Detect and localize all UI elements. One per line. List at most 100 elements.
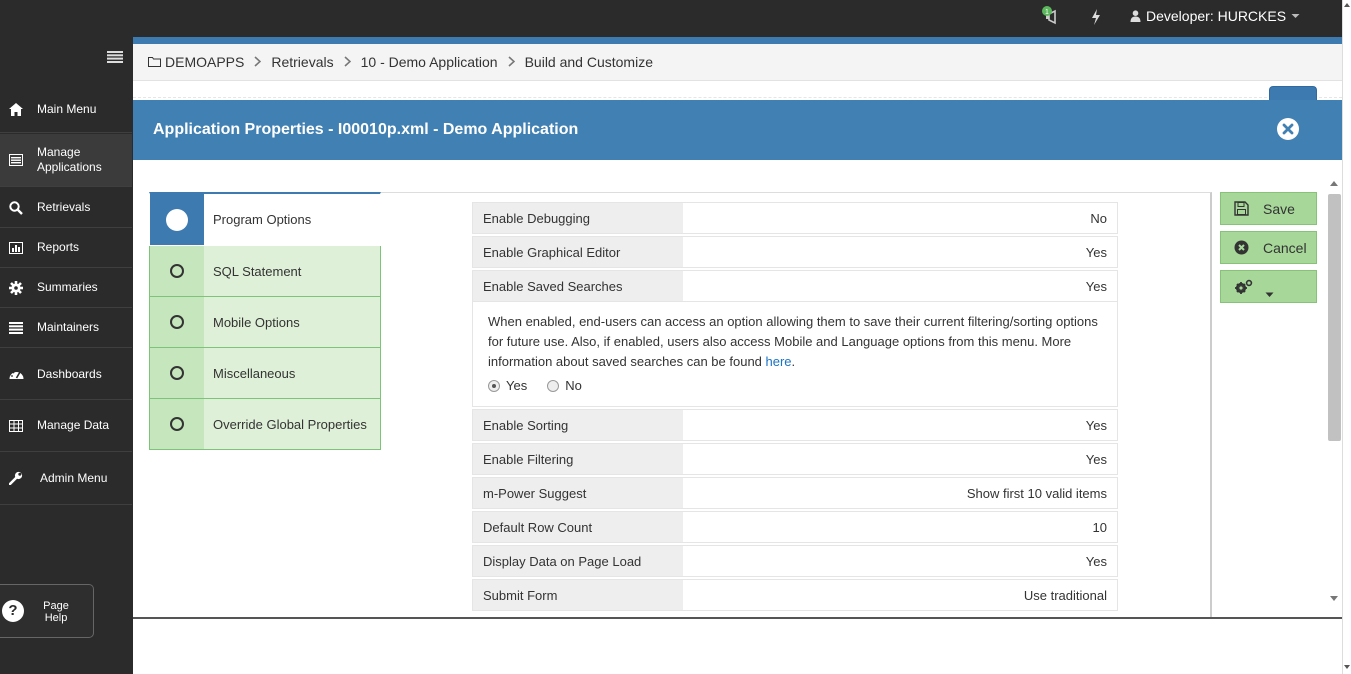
property-key: Default Row Count bbox=[473, 512, 683, 542]
page-help-label: Page Help bbox=[40, 600, 72, 624]
property-row-display-data-on-load[interactable]: Display Data on Page Load Yes bbox=[472, 545, 1118, 577]
save-button[interactable]: Save bbox=[1220, 192, 1317, 225]
chevron-right-icon bbox=[508, 54, 515, 70]
folder-icon bbox=[148, 54, 161, 70]
chevron-right-icon bbox=[254, 54, 262, 70]
scroll-down-arrow-icon[interactable] bbox=[1330, 596, 1338, 601]
modal-body: Program Options SQL Statement Mobile Opt… bbox=[133, 160, 1342, 618]
property-value: Yes bbox=[683, 444, 1117, 474]
floppy-disk-icon bbox=[1234, 201, 1250, 217]
sidebar-item-label: Retrievals bbox=[37, 200, 91, 214]
cancel-button[interactable]: Cancel bbox=[1220, 231, 1317, 264]
sidebar-item-label: Reports bbox=[37, 240, 80, 254]
circle-icon bbox=[166, 208, 188, 231]
saved-searches-help-link[interactable]: here bbox=[766, 354, 792, 369]
property-row-submit-form[interactable]: Submit Form Use traditional bbox=[472, 579, 1118, 611]
breadcrumb-item-build-customize[interactable]: Build and Customize bbox=[525, 54, 653, 70]
hamburger-icon[interactable] bbox=[107, 50, 123, 63]
circle-icon bbox=[170, 315, 184, 329]
sidebar-item-retrievals[interactable]: Retrievals bbox=[0, 188, 132, 228]
cancel-label: Cancel bbox=[1263, 239, 1307, 256]
sidebar-item-main-menu[interactable]: Main Menu bbox=[0, 87, 132, 133]
property-value: 10 bbox=[683, 512, 1117, 542]
saved-searches-editor: When enabled, end-users can access an op… bbox=[472, 302, 1118, 407]
gear-icon bbox=[8, 280, 24, 296]
page-help-button[interactable]: ? Page Help bbox=[0, 584, 94, 638]
property-row-enable-debugging[interactable]: Enable Debugging No bbox=[472, 202, 1118, 234]
modal-scrollbar[interactable] bbox=[1327, 178, 1342, 606]
property-key: Enable Sorting bbox=[473, 410, 683, 440]
sidebar-item-label: Dashboards bbox=[37, 366, 102, 381]
radio-yes[interactable]: Yes bbox=[488, 376, 527, 396]
property-value: Use traditional bbox=[683, 580, 1117, 610]
bolt-icon[interactable] bbox=[1089, 8, 1103, 26]
property-row-enable-sorting[interactable]: Enable Sorting Yes bbox=[472, 409, 1118, 441]
modal-header: Application Properties - I00010p.xml - D… bbox=[133, 100, 1342, 160]
sidebar-item-reports[interactable]: Reports bbox=[0, 228, 132, 268]
window-scroll-up-icon[interactable] bbox=[1344, 3, 1350, 7]
sidebar-item-label: Manage Data bbox=[37, 418, 110, 432]
modal-bottom-border bbox=[133, 617, 1342, 619]
radio-button[interactable] bbox=[547, 380, 560, 392]
applications-icon bbox=[8, 152, 24, 168]
close-icon[interactable] bbox=[1276, 117, 1300, 141]
sidebar-item-summaries[interactable]: Summaries bbox=[0, 268, 132, 308]
property-value: Show first 10 valid items bbox=[683, 478, 1117, 508]
breadcrumb-item-retrievals[interactable]: Retrievals bbox=[271, 54, 333, 70]
question-icon: ? bbox=[2, 600, 24, 622]
caret-down-icon bbox=[1265, 285, 1274, 301]
property-row-default-row-count[interactable]: Default Row Count 10 bbox=[472, 511, 1118, 543]
breadcrumb-item-demo-application[interactable]: 10 - Demo Application bbox=[361, 54, 498, 70]
table-icon bbox=[8, 418, 24, 434]
scroll-thumb[interactable] bbox=[1328, 194, 1341, 441]
scroll-up-arrow-icon[interactable] bbox=[1330, 181, 1338, 186]
sidebar-item-label: Main Menu bbox=[37, 102, 97, 116]
properties-list: Enable Debugging No Enable Graphical Edi… bbox=[472, 202, 1118, 613]
cancel-icon bbox=[1234, 240, 1250, 256]
sidebar-item-admin-menu[interactable]: Admin Menu bbox=[0, 452, 132, 505]
radio-no[interactable]: No bbox=[547, 376, 582, 396]
tab-mobile-options[interactable]: Mobile Options bbox=[149, 297, 381, 348]
property-key: Display Data on Page Load bbox=[473, 546, 683, 576]
breadcrumb: DEMOAPPS Retrievals 10 - Demo Applicatio… bbox=[133, 44, 1342, 81]
user-menu[interactable]: Developer: HURCKES bbox=[1130, 8, 1300, 24]
sidebar-item-label: Manage Applications bbox=[37, 145, 102, 174]
property-row-enable-graphical-editor[interactable]: Enable Graphical Editor Yes bbox=[472, 236, 1118, 268]
notification-icon[interactable]: 1 bbox=[1040, 6, 1066, 28]
sidebar-item-maintainers[interactable]: Maintainers bbox=[0, 308, 132, 348]
breadcrumb-item-demoapps[interactable]: DEMOAPPS bbox=[165, 54, 244, 70]
accent-bar bbox=[133, 37, 1342, 44]
property-key: Submit Form bbox=[473, 580, 683, 610]
wrench-icon bbox=[8, 470, 24, 486]
property-row-enable-filtering[interactable]: Enable Filtering Yes bbox=[472, 443, 1118, 475]
property-row-mpower-suggest[interactable]: m-Power Suggest Show first 10 valid item… bbox=[472, 477, 1118, 509]
sidebar-item-manage-data[interactable]: Manage Data bbox=[0, 400, 132, 452]
sidebar-item-manage-applications[interactable]: Manage Applications bbox=[0, 134, 132, 187]
page-help-line2: Help bbox=[44, 612, 68, 624]
saved-searches-help-text: When enabled, end-users can access an op… bbox=[488, 312, 1102, 372]
property-row-enable-saved-searches[interactable]: Enable Saved Searches Yes bbox=[472, 270, 1118, 302]
radio-button-selected[interactable] bbox=[488, 380, 500, 392]
tab-label: SQL Statement bbox=[213, 263, 302, 279]
window-scrollbar[interactable] bbox=[1342, 0, 1351, 674]
tab-label: Program Options bbox=[213, 212, 312, 227]
property-value: Yes bbox=[683, 271, 1117, 301]
property-value: Yes bbox=[683, 237, 1117, 267]
window-scroll-down-icon[interactable] bbox=[1344, 665, 1350, 669]
sidebar-item-dashboards[interactable]: Dashboards bbox=[0, 349, 132, 400]
toolbar-strip bbox=[133, 82, 1342, 98]
options-dropdown-button[interactable] bbox=[1220, 270, 1317, 303]
property-key: Enable Debugging bbox=[473, 203, 683, 233]
property-key: Enable Saved Searches bbox=[473, 271, 683, 301]
tab-sql-statement[interactable]: SQL Statement bbox=[149, 246, 381, 297]
search-icon bbox=[8, 200, 24, 216]
tab-override-global-properties[interactable]: Override Global Properties bbox=[149, 399, 381, 450]
property-key: m-Power Suggest bbox=[473, 478, 683, 508]
circle-icon bbox=[170, 366, 184, 380]
tab-program-options[interactable]: Program Options bbox=[149, 192, 381, 246]
tab-miscellaneous[interactable]: Miscellaneous bbox=[149, 348, 381, 399]
property-tabs: Program Options SQL Statement Mobile Opt… bbox=[149, 192, 381, 450]
help-text-end: . bbox=[791, 354, 796, 369]
tab-indicator bbox=[150, 246, 204, 296]
tab-label: Mobile Options bbox=[213, 314, 300, 330]
